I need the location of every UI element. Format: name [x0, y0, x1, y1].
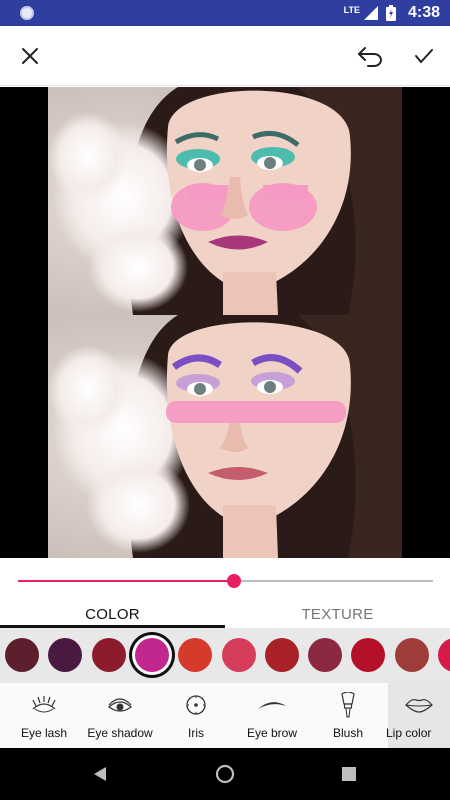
confirm-button[interactable]: [404, 36, 444, 76]
tab-color[interactable]: COLOR: [0, 604, 225, 628]
category-eye-lash[interactable]: Eye lash: [6, 683, 82, 749]
color-swatch[interactable]: [308, 638, 343, 672]
status-bar: LTE 4:38: [0, 0, 450, 26]
close-icon: [22, 48, 38, 64]
portrait-image: [48, 315, 402, 558]
eyelash-icon: [27, 693, 61, 717]
photo-comparison: [0, 87, 450, 558]
undo-icon: [358, 47, 382, 67]
network-type-label: LTE: [343, 4, 360, 15]
portrait-image: [48, 87, 402, 315]
color-swatch[interactable]: [221, 638, 256, 672]
color-swatch[interactable]: [351, 638, 386, 672]
nav-recents-button[interactable]: [335, 760, 363, 788]
color-swatch[interactable]: [264, 638, 299, 672]
slider-thumb[interactable]: [226, 574, 241, 588]
home-circle-icon: [215, 764, 235, 784]
eyebrow-icon: [255, 693, 289, 717]
undo-button[interactable]: [350, 36, 390, 76]
slider-fill: [18, 580, 234, 582]
close-button[interactable]: [10, 36, 50, 76]
system-navigation-bar: [0, 748, 450, 800]
slider-track[interactable]: [18, 574, 433, 588]
battery-icon: [385, 5, 396, 21]
color-swatch[interactable]: [178, 638, 213, 672]
signal-icon: [363, 6, 378, 20]
eyeshadow-icon: [103, 693, 137, 717]
category-blush[interactable]: Blush: [310, 683, 386, 749]
color-swatch[interactable]: [48, 638, 83, 672]
color-swatch-selected[interactable]: [134, 638, 169, 672]
mode-tabs: COLOR TEXTURE: [0, 604, 450, 628]
back-triangle-icon: [94, 767, 106, 781]
category-iris[interactable]: Iris: [158, 683, 234, 749]
tab-texture[interactable]: TEXTURE: [225, 604, 450, 628]
color-swatch[interactable]: [394, 638, 429, 672]
color-swatch[interactable]: [91, 638, 126, 672]
makeup-category-bar: Eye lash Eye shadow Iris Eye brow Blush: [0, 682, 450, 749]
toolbar: [0, 26, 450, 86]
nav-back-button[interactable]: [86, 760, 114, 788]
photo-after: [48, 315, 402, 558]
makeup-editor-screen: LTE 4:38 COLOR TEXTURE Eye lash Eye shad…: [0, 0, 450, 800]
clock: 4:38: [407, 4, 440, 21]
lips-icon: [402, 693, 436, 717]
category-label: Lip color: [386, 726, 432, 740]
nav-home-button[interactable]: [211, 760, 239, 788]
color-swatch[interactable]: [5, 638, 39, 672]
intensity-slider[interactable]: [0, 558, 450, 604]
color-swatch-row: [0, 628, 450, 682]
category-eye-brow[interactable]: Eye brow: [234, 683, 310, 749]
check-icon: [415, 49, 433, 63]
category-label: Blush: [332, 726, 364, 740]
photo-before: [48, 87, 402, 315]
recents-square-icon: [342, 767, 356, 781]
iris-icon: [179, 693, 213, 717]
category-eye-shadow[interactable]: Eye shadow: [82, 683, 158, 749]
color-swatch[interactable]: [438, 638, 450, 672]
blush-brush-icon: [331, 692, 365, 718]
category-lip-color[interactable]: Lip color: [386, 683, 450, 749]
notification-icon: [20, 6, 34, 20]
status-icons: LTE 4:38: [344, 0, 440, 26]
